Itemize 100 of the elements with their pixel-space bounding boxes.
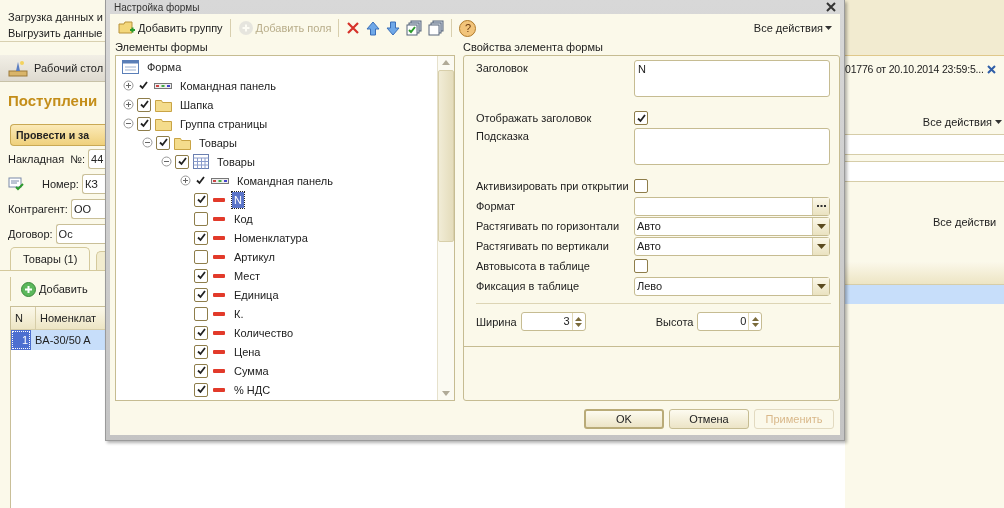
checkbox[interactable] <box>194 287 208 302</box>
checkbox[interactable] <box>194 268 208 283</box>
table-row[interactable]: 1 BA-30/50 A <box>11 330 105 350</box>
input-field[interactable] <box>845 161 1004 182</box>
checkbox[interactable] <box>634 259 648 273</box>
window-title: Настройка формы <box>114 1 200 13</box>
caret-icon[interactable] <box>816 223 826 229</box>
property-label: Растягивать по вертикали <box>476 239 610 254</box>
tree-item[interactable]: Единица <box>232 286 281 303</box>
tree-item[interactable]: Шапка <box>178 96 216 113</box>
panel-title: Свойства элемента формы <box>463 40 604 55</box>
checkbox[interactable] <box>194 211 208 226</box>
collapse-icon[interactable] <box>122 117 135 130</box>
move-down-button[interactable] <box>384 19 403 37</box>
checkbox[interactable] <box>634 111 648 125</box>
checkbox[interactable] <box>137 97 151 112</box>
field-label: Контрагент: <box>8 202 68 215</box>
checkbox[interactable] <box>634 179 648 193</box>
menu-item[interactable]: Загрузка данных и <box>8 9 105 25</box>
dropdown[interactable]: Лево <box>634 276 830 296</box>
number-spinner[interactable]: 3 <box>520 312 586 331</box>
input-field[interactable]: 44 <box>88 148 105 169</box>
tree-item[interactable]: Сумма <box>232 362 271 379</box>
input-field[interactable]: ОО <box>70 198 105 219</box>
checkbox[interactable] <box>194 230 208 245</box>
tree-item[interactable]: Цена <box>232 343 263 360</box>
tree-item[interactable]: Мест <box>232 267 262 284</box>
tree-item[interactable]: Группа страницы <box>178 115 270 132</box>
checkbox[interactable] <box>194 344 208 359</box>
column-header[interactable]: N <box>11 307 36 329</box>
tree-item[interactable]: Товары <box>215 153 257 170</box>
tree-item[interactable]: Форма <box>145 58 184 75</box>
property-label: Отображать заголовок <box>476 111 593 126</box>
property-label: Формат <box>476 199 517 214</box>
all-actions-menu[interactable]: Все действия <box>751 21 834 35</box>
column-header[interactable]: Номенклат <box>36 307 97 329</box>
tree-item[interactable]: К. <box>232 305 246 322</box>
checkbox[interactable] <box>137 116 151 131</box>
expand-icon[interactable] <box>122 79 135 92</box>
check-all-button[interactable] <box>404 19 425 37</box>
tree-item[interactable]: Номенклатура <box>232 229 310 246</box>
checkbox[interactable] <box>156 135 170 150</box>
tree-item[interactable]: N <box>232 191 244 208</box>
checkbox[interactable] <box>194 249 208 264</box>
folder-icon <box>155 97 172 112</box>
move-up-button[interactable] <box>364 19 383 37</box>
menu-item[interactable]: Выгрузить данные <box>8 25 105 41</box>
tree-item[interactable]: Командная панель <box>235 172 335 189</box>
tree-item[interactable]: Артикул <box>232 248 277 265</box>
uncheck-all-button[interactable] <box>426 19 447 37</box>
dropdown[interactable]: Авто <box>634 216 830 236</box>
number-spinner[interactable]: 0 <box>697 312 763 331</box>
document-check-icon <box>8 176 24 191</box>
all-actions-menu[interactable]: Все действия <box>922 116 1002 128</box>
property-label: Автовысота в таблице <box>476 259 591 274</box>
checkbox[interactable] <box>194 363 208 378</box>
panel-title: Элементы формы <box>115 40 209 55</box>
add-group-button[interactable]: Добавить группу <box>116 19 225 37</box>
caret-icon[interactable] <box>816 243 826 249</box>
dropdown[interactable]: Авто <box>634 236 830 256</box>
desk-lamp-icon <box>8 61 28 77</box>
close-icon[interactable] <box>986 64 996 74</box>
delete-icon <box>347 21 360 35</box>
property-label: Ширина <box>476 315 517 328</box>
caret-icon[interactable] <box>816 283 826 289</box>
tab[interactable]: Товары (1) <box>10 247 91 270</box>
table-cell: 1 <box>11 330 31 350</box>
post-and-close-button[interactable]: Провести и за <box>10 124 105 146</box>
checkbox[interactable] <box>194 382 208 397</box>
expand-icon[interactable] <box>179 174 192 187</box>
scrollbar[interactable] <box>437 56 454 400</box>
all-actions-menu[interactable]: Все действи <box>933 216 997 228</box>
dialog-button[interactable]: Отмена <box>669 409 749 429</box>
collapse-icon[interactable] <box>160 155 173 168</box>
add-button[interactable]: Добавить <box>21 281 88 297</box>
checkmark-icon[interactable] <box>137 79 150 92</box>
input-field[interactable] <box>634 196 830 216</box>
document-title: Поступлени <box>8 92 99 111</box>
tree-item[interactable]: Количество <box>232 324 296 341</box>
property-label: Высота <box>655 315 694 328</box>
checkbox[interactable] <box>194 306 208 321</box>
checkmark-icon[interactable] <box>194 174 207 187</box>
input-field[interactable]: Ос <box>55 223 105 244</box>
tree-item[interactable]: Код <box>232 210 255 227</box>
collapse-icon[interactable] <box>141 136 154 149</box>
text-area[interactable]: N <box>634 60 830 97</box>
tree-item[interactable]: % НДС <box>232 381 273 398</box>
input-field[interactable]: КЗ <box>81 173 105 194</box>
tree-item[interactable]: Командная панель <box>178 77 278 94</box>
dialog-button[interactable]: OK <box>584 409 664 429</box>
property-label: Растягивать по горизонтали <box>476 219 621 234</box>
checkbox[interactable] <box>194 192 208 207</box>
plus-icon <box>21 281 36 297</box>
input-field[interactable] <box>845 134 1004 155</box>
close-icon[interactable] <box>826 2 836 12</box>
expand-icon[interactable] <box>122 98 135 111</box>
checkbox[interactable] <box>194 325 208 340</box>
scroll-thumb[interactable] <box>438 70 454 242</box>
tree-item[interactable]: Товары <box>197 134 239 151</box>
checkbox[interactable] <box>175 154 189 169</box>
